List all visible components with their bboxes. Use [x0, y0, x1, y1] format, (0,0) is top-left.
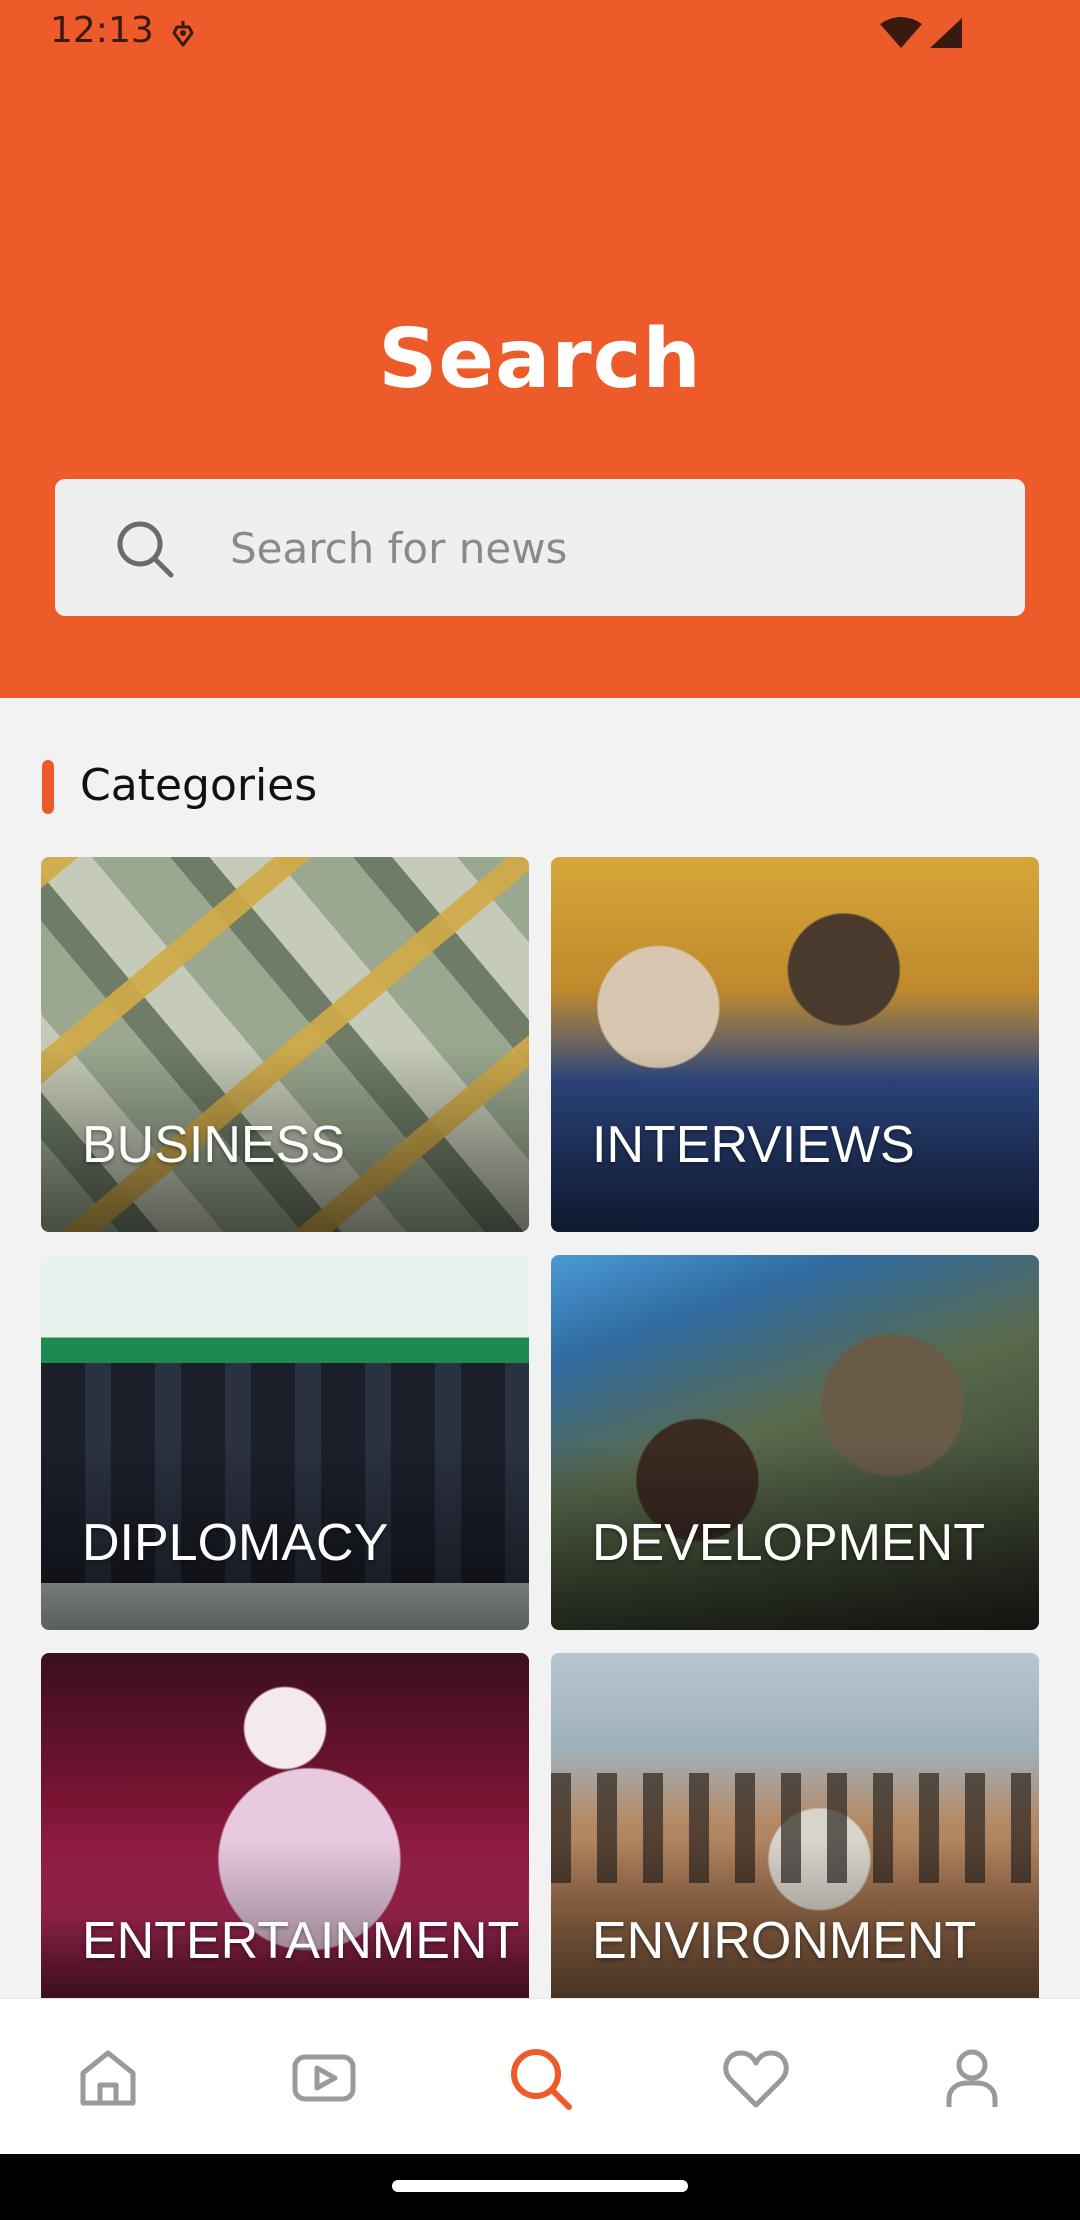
wifi-icon	[878, 16, 924, 50]
category-card-entertainment[interactable]: ENTERTAINMENT	[41, 1653, 529, 1998]
video-icon	[292, 2054, 356, 2102]
page-title: Search	[378, 312, 702, 407]
search-input[interactable]	[230, 509, 990, 587]
category-label: BUSINESS	[82, 1116, 345, 1174]
header: 12:13 Search	[0, 0, 1080, 698]
category-label: DIPLOMACY	[82, 1514, 389, 1572]
search-icon	[113, 517, 177, 581]
category-label: INTERVIEWS	[592, 1116, 915, 1174]
nav-favorites[interactable]	[721, 2043, 791, 2113]
category-card-development[interactable]: DEVELOPMENT	[551, 1255, 1039, 1630]
gesture-bar	[0, 2154, 1080, 2220]
category-card-diplomacy[interactable]: DIPLOMACY	[41, 1255, 529, 1630]
nav-home[interactable]	[73, 2043, 143, 2113]
search-box[interactable]	[55, 479, 1025, 616]
category-label: ENVIRONMENT	[592, 1912, 977, 1970]
nav-video[interactable]	[289, 2043, 359, 2113]
home-gesture-handle[interactable]	[392, 2180, 688, 2192]
category-label: DEVELOPMENT	[592, 1514, 985, 1572]
signal-icon	[928, 16, 964, 50]
status-time: 12:13	[50, 10, 154, 51]
nav-search[interactable]	[505, 2043, 575, 2113]
category-card-interviews[interactable]: INTERVIEWS	[551, 857, 1039, 1232]
status-bar: 12:13	[0, 0, 1080, 66]
nav-profile[interactable]	[937, 2043, 1007, 2113]
profile-icon	[946, 2049, 998, 2107]
category-grid: BUSINESS INTERVIEWS DIPLOMACY DEVELOPMEN…	[41, 857, 1039, 1998]
home-icon	[80, 2050, 136, 2106]
accent-bar	[42, 760, 54, 814]
heart-icon	[723, 2050, 789, 2108]
category-card-environment[interactable]: ENVIRONMENT	[551, 1653, 1039, 1998]
bottom-nav	[0, 1998, 1080, 2154]
categories-header: Categories	[42, 758, 642, 814]
search-icon	[511, 2049, 572, 2110]
category-card-business[interactable]: BUSINESS	[41, 857, 529, 1232]
section-title: Categories	[80, 760, 318, 811]
category-label: ENTERTAINMENT	[82, 1912, 520, 1970]
notification-icon	[168, 18, 198, 48]
